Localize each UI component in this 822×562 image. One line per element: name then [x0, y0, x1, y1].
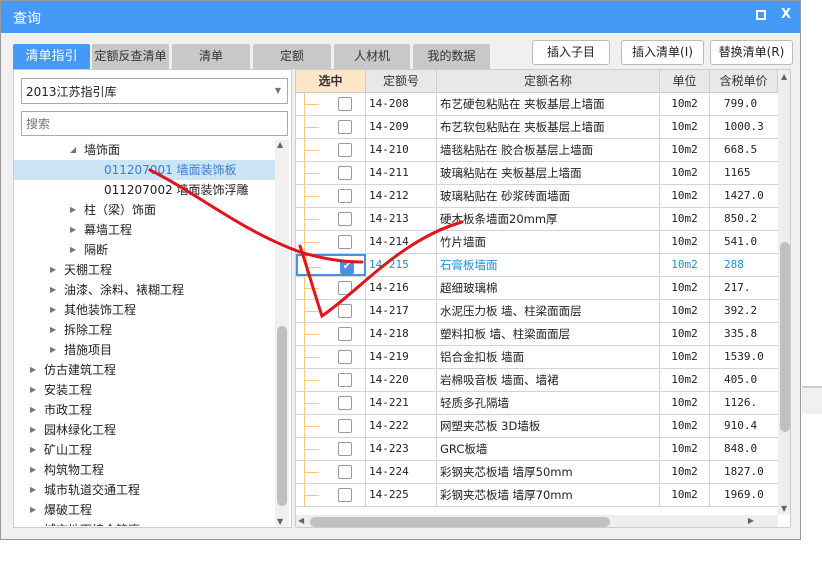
red-annotation — [148, 168, 464, 319]
annotation-check-stroke — [298, 220, 464, 319]
annotation-arrow-stroke — [148, 168, 364, 264]
